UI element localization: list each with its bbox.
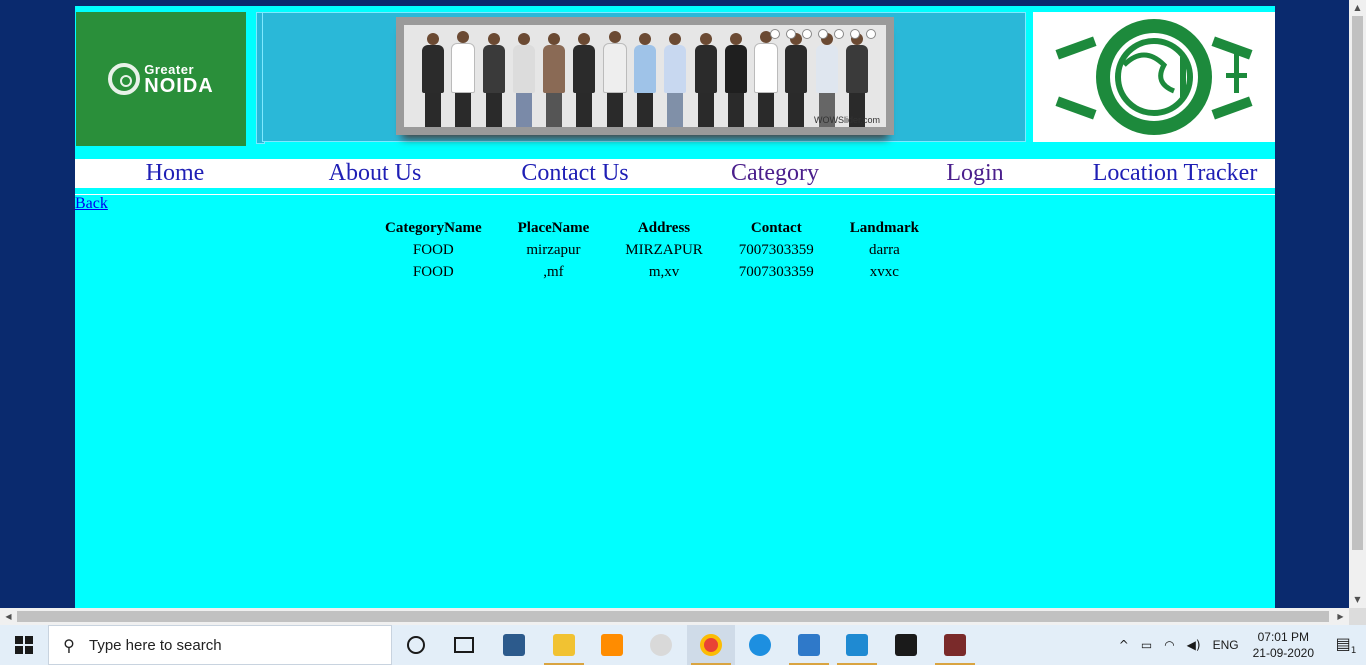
table-row: FOOD ,mf m,xv 7007303359 xvxc <box>367 261 937 283</box>
java-ide-app[interactable] <box>931 625 979 665</box>
vertical-scrollbar[interactable]: ▲ ▼ <box>1349 0 1366 608</box>
table-header-row: CategoryName PlaceName Address Contact L… <box>367 217 937 239</box>
chrome-app[interactable] <box>687 625 735 665</box>
windows-taskbar: ⚲ Type here to search ^ ▭ ◠ ◀) ENG 07:01… <box>0 625 1366 665</box>
notification-center-button[interactable]: ▤1 <box>1326 634 1366 656</box>
paint-app[interactable] <box>637 625 685 665</box>
ide-icon <box>944 634 966 656</box>
volume-icon[interactable]: ◀) <box>1187 638 1201 652</box>
cell-place: ,mf <box>543 263 564 280</box>
cell-address: m,xv <box>648 263 680 280</box>
taskbar-search-box[interactable]: ⚲ Type here to search <box>48 625 392 665</box>
notification-icon: ▤ <box>1335 633 1351 653</box>
cell-place: mirzapur <box>526 241 581 258</box>
sublime-text-icon <box>601 634 623 656</box>
authority-emblem-logo <box>1033 12 1275 142</box>
file-explorer-app[interactable] <box>540 625 588 665</box>
start-button[interactable] <box>0 625 48 665</box>
nav-contact-us[interactable]: Contact Us <box>475 160 675 187</box>
clock-date: 21-09-2020 <box>1252 646 1314 660</box>
clock[interactable]: 07:01 PM 21-09-2020 <box>1253 629 1314 661</box>
vscode-icon <box>846 634 868 656</box>
search-icon: ⚲ <box>63 635 75 655</box>
site-header: Greater NOIDA WOWSlider.com <box>75 6 1275 146</box>
folder-icon <box>553 634 575 656</box>
slider-dots[interactable] <box>770 29 876 39</box>
cell-contact: 7007303359 <box>738 263 814 280</box>
cell-landmark: xvxc <box>869 263 899 280</box>
col-category-name: CategoryName <box>385 219 482 236</box>
cell-category: FOOD <box>412 263 454 280</box>
logo-text-line1: Greater <box>144 61 195 77</box>
col-landmark: Landmark <box>849 219 919 236</box>
banner: WOWSlider.com <box>262 12 1026 142</box>
horizontal-scroll-thumb[interactable] <box>17 611 1329 622</box>
cell-category: FOOD <box>412 241 454 258</box>
image-slider[interactable]: WOWSlider.com <box>396 17 894 135</box>
notification-count: 1 <box>1350 646 1357 657</box>
photos-app[interactable] <box>785 625 833 665</box>
nav-divider <box>75 194 1275 195</box>
cell-contact: 7007303359 <box>738 241 814 258</box>
scroll-right-icon[interactable]: ▶ <box>1332 608 1349 625</box>
windows-logo-icon <box>15 636 33 654</box>
vertical-scroll-thumb[interactable] <box>1352 16 1363 550</box>
vscode-app[interactable] <box>833 625 881 665</box>
scrollbar-corner <box>1349 608 1366 625</box>
clock-time: 07:01 PM <box>1257 630 1309 644</box>
back-link[interactable]: Back <box>75 195 108 213</box>
cortana-icon <box>407 636 425 654</box>
horizontal-scrollbar[interactable]: ◀ ▶ <box>0 608 1349 625</box>
col-contact: Contact <box>750 219 802 236</box>
cell-landmark: darra <box>868 241 900 258</box>
nav-location-tracker[interactable]: Location Tracker <box>1075 160 1275 187</box>
battery-icon[interactable]: ▭ <box>1141 638 1152 652</box>
sublime-text-app[interactable] <box>588 625 636 665</box>
col-address: Address <box>637 219 691 236</box>
nav-category[interactable]: Category <box>675 160 875 187</box>
mysql-workbench-icon <box>503 634 525 656</box>
edge-icon <box>749 634 771 656</box>
wifi-icon[interactable]: ◠ <box>1164 638 1174 652</box>
greater-noida-logo: Greater NOIDA <box>76 12 246 146</box>
cortana-button[interactable] <box>392 625 440 665</box>
gear-logo-icon <box>108 63 141 95</box>
scroll-up-icon[interactable]: ▲ <box>1349 0 1366 16</box>
slider-credit: WOWSlider.com <box>813 115 880 125</box>
nav-login[interactable]: Login <box>875 160 1075 187</box>
task-view-button[interactable] <box>440 625 488 665</box>
cell-address: MIRZAPUR <box>625 241 703 258</box>
mysql-cli-app[interactable] <box>882 625 930 665</box>
logo-text-line2: NOIDA <box>144 74 214 97</box>
edge-app[interactable] <box>736 625 784 665</box>
page-container: Greater NOIDA WOWSlider.com Home About U… <box>75 6 1275 608</box>
main-navigation: Home About Us Contact Us Category Login … <box>75 159 1275 188</box>
language-indicator[interactable]: ENG <box>1213 638 1239 652</box>
scroll-down-icon[interactable]: ▼ <box>1349 592 1366 608</box>
col-place-name: PlaceName <box>517 219 590 236</box>
search-placeholder: Type here to search <box>89 636 222 654</box>
terminal-icon <box>895 634 917 656</box>
chevron-up-icon[interactable]: ^ <box>1119 638 1129 652</box>
mysql-workbench-app[interactable] <box>490 625 538 665</box>
nav-about-us[interactable]: About Us <box>275 160 475 187</box>
emblem-icon <box>1055 19 1253 135</box>
system-tray: ^ ▭ ◠ ◀) ENG 07:01 PM 21-09-2020 ▤1 <box>1113 625 1366 665</box>
photos-icon <box>798 634 820 656</box>
paint-palette-icon <box>650 634 672 656</box>
task-view-icon <box>454 637 474 653</box>
chrome-icon <box>700 634 722 656</box>
scroll-left-icon[interactable]: ◀ <box>0 608 17 625</box>
places-table: CategoryName PlaceName Address Contact L… <box>367 217 937 283</box>
nav-home[interactable]: Home <box>75 160 275 187</box>
table-row: FOOD mirzapur MIRZAPUR 7007303359 darra <box>367 239 937 261</box>
